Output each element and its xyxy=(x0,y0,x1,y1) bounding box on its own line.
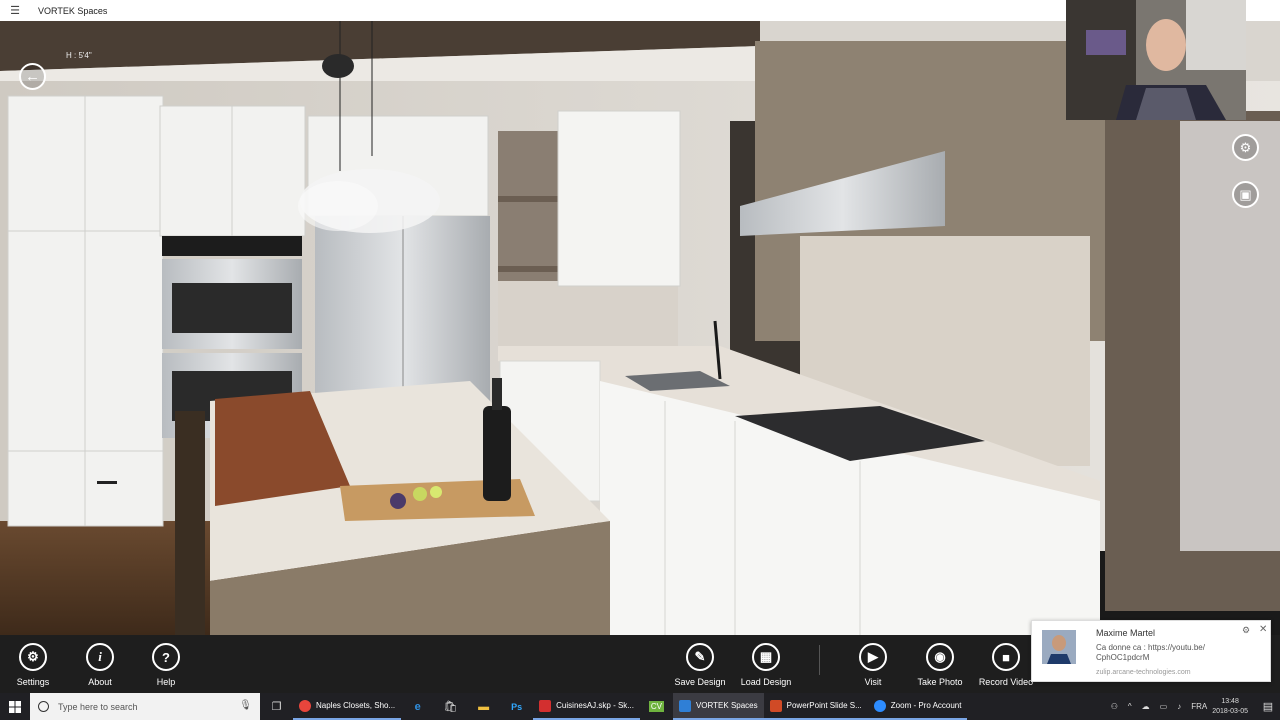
windows-taskbar: Type here to search 🎙 ❐ Naples Closets, … xyxy=(0,693,1280,720)
zoom-icon xyxy=(873,699,886,712)
gear-icon: ⚙ xyxy=(19,643,47,671)
edge-icon[interactable]: e xyxy=(401,693,434,720)
vortek-icon xyxy=(678,699,691,712)
pencil-icon: ✎ xyxy=(686,643,714,671)
windows-start-icon[interactable] xyxy=(0,693,30,720)
network-icon[interactable]: ▭ xyxy=(1160,702,1168,711)
cloud-icon[interactable]: ☁ xyxy=(1142,702,1150,711)
chat-notification[interactable]: Maxime Martel Ca donne ca : https://yout… xyxy=(1031,620,1271,682)
store-icon[interactable]: 🛍 xyxy=(434,693,467,720)
gallery-button[interactable]: ▣ xyxy=(1232,181,1259,208)
webcam-overlay xyxy=(1066,0,1246,120)
about-button[interactable]: i About xyxy=(70,643,130,687)
taskbar-app-powerpoint[interactable]: PowerPoint Slide S... xyxy=(763,693,868,720)
system-tray: ⚇ ^ ☁ ▭ ♪ FRA 13:48 2018-03-05 ▤ xyxy=(1106,693,1280,720)
close-icon[interactable]: ✕ xyxy=(1259,624,1267,635)
save-design-button[interactable]: ✎ Save Design xyxy=(670,643,730,687)
notification-source: zulip.arcane-technologies.com xyxy=(1096,669,1191,676)
microphone-icon[interactable]: 🎙 xyxy=(239,700,252,711)
taskbar-app-vortek[interactable]: VORTEK Spaces xyxy=(672,693,764,720)
window-title: VORTEK Spaces xyxy=(38,5,108,16)
taskbar-search-box[interactable]: Type here to search 🎙 xyxy=(30,693,260,720)
load-design-button[interactable]: ▦ Load Design xyxy=(736,643,796,687)
cv-app-icon[interactable]: CV xyxy=(640,693,673,720)
volume-icon[interactable]: ♪ xyxy=(1177,702,1181,711)
powerpoint-icon xyxy=(769,699,782,712)
back-button[interactable]: ← xyxy=(19,63,46,90)
people-icon[interactable]: ⚇ xyxy=(1111,702,1118,711)
taskbar-app-chrome[interactable]: Naples Closets, Sho... xyxy=(293,693,402,720)
sketchup-icon xyxy=(539,699,552,712)
chrome-icon xyxy=(299,699,311,712)
file-explorer-icon[interactable]: ▬ xyxy=(467,693,500,720)
play-icon: ▶ xyxy=(859,643,887,671)
taskbar-app-zoom[interactable]: Zoom - Pro Account xyxy=(867,693,968,720)
arrow-left-icon: ← xyxy=(25,68,40,85)
take-photo-button[interactable]: ◉ Take Photo xyxy=(910,643,970,687)
gear-icon[interactable]: ⚙ xyxy=(1242,625,1250,636)
info-icon: i xyxy=(86,643,114,671)
height-readout: H : 5'4" xyxy=(66,51,92,60)
gear-icon: ⚙ xyxy=(1239,139,1252,155)
chevron-up-icon[interactable]: ^ xyxy=(1128,702,1132,711)
notification-message-link: CphOC1pdcrM xyxy=(1096,653,1150,662)
camera-icon: ◉ xyxy=(926,643,954,671)
question-icon: ? xyxy=(152,643,180,671)
clock[interactable]: 13:48 2018-03-05 xyxy=(1212,697,1248,717)
avatar xyxy=(1042,630,1076,664)
taskbar-app-sketchup[interactable]: CuisinesAJ.skp - Sk... xyxy=(533,693,640,720)
image-icon: ▣ xyxy=(1239,186,1252,202)
notification-message: Ca donne ca : https://youtu.be/ xyxy=(1096,643,1205,652)
photoshop-icon[interactable]: Ps xyxy=(500,693,533,720)
action-center-icon[interactable]: ▤ xyxy=(1256,700,1280,713)
visit-button[interactable]: ▶ Visit xyxy=(843,643,903,687)
search-circle-icon xyxy=(38,701,49,712)
notification-sender: Maxime Martel xyxy=(1096,628,1156,638)
task-view-icon[interactable]: ❐ xyxy=(260,693,293,720)
record-video-button[interactable]: ■ Record Video xyxy=(976,643,1036,687)
folder-grid-icon: ▦ xyxy=(752,643,780,671)
video-camera-icon: ■ xyxy=(992,643,1020,671)
hamburger-icon[interactable]: ☰ xyxy=(0,4,30,17)
app-bar-divider xyxy=(819,645,820,675)
search-placeholder: Type here to search xyxy=(58,701,138,712)
language-indicator[interactable]: FRA xyxy=(1191,702,1207,711)
settings-button[interactable]: ⚙ Settings xyxy=(3,643,63,687)
help-button[interactable]: ? Help xyxy=(136,643,196,687)
scene-settings-button[interactable]: ⚙ xyxy=(1232,134,1259,161)
